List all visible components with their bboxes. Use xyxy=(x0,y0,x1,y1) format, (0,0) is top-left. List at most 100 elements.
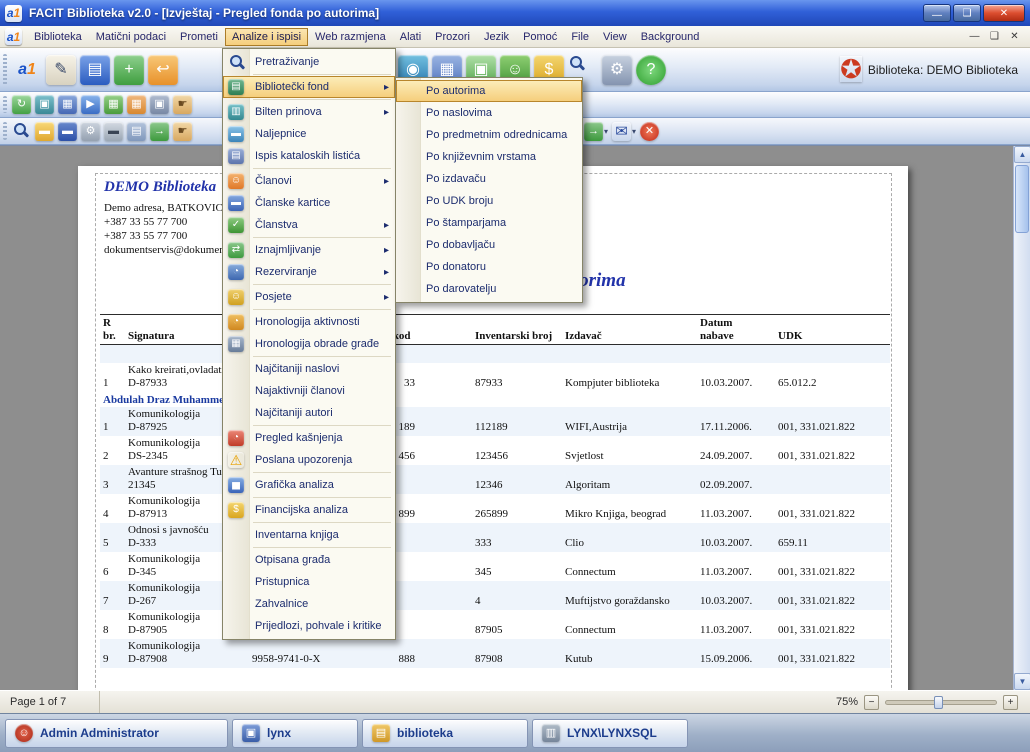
toolbar-grip[interactable] xyxy=(3,96,7,114)
submenu-item-po-štamparjama[interactable]: Po štamparjama xyxy=(396,212,582,234)
izdavac-value: Algoritam xyxy=(565,479,700,492)
menu-item-bibliotečki-fond[interactable]: ▤Bibliotečki fond xyxy=(223,76,395,98)
menu-item-zahvalnice[interactable]: Zahvalnice xyxy=(223,593,395,615)
pan-tool-button[interactable]: ☛ xyxy=(173,122,192,141)
menubar-item-prometi[interactable]: Prometi xyxy=(173,28,225,46)
print-setup-button[interactable]: ⚙ xyxy=(81,122,100,141)
menubar-item-background[interactable]: Background xyxy=(634,28,707,46)
mdi-minimize-button[interactable] xyxy=(967,30,982,44)
taskbar-panel-lynx-lynxsql[interactable]: ▥LYNX\LYNXSQL xyxy=(532,719,688,748)
menu-item-posjete[interactable]: ☺Posjete xyxy=(223,286,395,308)
submenu-item-po-darovatelju[interactable]: Po darovatelju xyxy=(396,278,582,300)
minimize-button[interactable] xyxy=(923,4,951,22)
open-report-button[interactable]: ▬ xyxy=(35,122,54,141)
menu-item-najaktivniji-članovi[interactable]: Najaktivniji članovi xyxy=(223,380,395,402)
submenu-item-po-donatoru[interactable]: Po donatoru xyxy=(396,256,582,278)
menubar-item-alati[interactable]: Alati xyxy=(393,28,428,46)
menu-item-pregled-kašnjenja[interactable]: ◔Pregled kašnjenja xyxy=(223,427,395,449)
menubar-item-web-razmjena[interactable]: Web razmjena xyxy=(308,28,393,46)
print-button[interactable]: ▬ xyxy=(104,122,123,141)
table-add-button[interactable]: ▦ xyxy=(104,95,123,114)
maximize-button[interactable] xyxy=(953,4,981,22)
menubar-item-biblioteka[interactable]: Biblioteka xyxy=(27,28,89,46)
save-report-button[interactable]: ▬ xyxy=(58,122,77,141)
menubar-item-file[interactable]: File xyxy=(564,28,596,46)
zoom-slider-thumb[interactable] xyxy=(934,696,943,709)
taskbar-panel-biblioteka[interactable]: ▤biblioteka xyxy=(362,719,528,748)
menu-item-iznajmljivanje[interactable]: ⇄Iznajmljivanje xyxy=(223,239,395,261)
menu-item-hronologija-obrade-građe[interactable]: ▦Hronologija obrade građe xyxy=(223,333,395,355)
menubar-item-prozori[interactable]: Prozori xyxy=(428,28,477,46)
vertical-scrollbar[interactable] xyxy=(1013,146,1030,690)
scroll-down-button[interactable] xyxy=(1014,673,1030,690)
find-button[interactable] xyxy=(12,122,31,141)
grid-view-button[interactable]: ▦ xyxy=(58,95,77,114)
submenu-item-po-predmetnim-odrednicama[interactable]: Po predmetnim odrednicama xyxy=(396,124,582,146)
zoom-out-button[interactable] xyxy=(864,695,879,710)
return-item-button[interactable]: ↩ xyxy=(148,55,178,85)
submenu-item-po-naslovima[interactable]: Po naslovima xyxy=(396,102,582,124)
menu-item-ispis-kataloskih-listića[interactable]: ▤Ispis kataloskih listića xyxy=(223,145,395,167)
mdi-restore-button[interactable] xyxy=(987,30,1002,44)
library-name: DEMO Biblioteka xyxy=(104,179,216,196)
menubar-item-jezik[interactable]: Jezik xyxy=(477,28,516,46)
menu-item-poslana-upozorenja[interactable]: ⚠Poslana upozorenja xyxy=(223,449,395,471)
export-doc-button[interactable]: → xyxy=(150,122,169,141)
menubar-item-pomoć[interactable]: Pomoć xyxy=(516,28,564,46)
menu-item-najčitaniji-autori[interactable]: Najčitaniji autori xyxy=(223,402,395,424)
datum-value: 10.03.2007. xyxy=(700,595,778,608)
export-menu-button[interactable]: →▾ xyxy=(584,122,608,141)
menubar-item-analize-i-ispisi[interactable]: Analize i ispisi xyxy=(225,28,308,46)
header-datum-line1: Datum xyxy=(700,317,778,330)
menubar-item-matični-podaci[interactable]: Matični podaci xyxy=(89,28,173,46)
menu-item-članstva[interactable]: ✓Članstva xyxy=(223,214,395,236)
menu-item-rezerviranje[interactable]: ◔Rezerviranje xyxy=(223,261,395,283)
menubar-item-view[interactable]: View xyxy=(596,28,634,46)
scroll-up-button[interactable] xyxy=(1014,146,1030,163)
catalog-book-button[interactable]: ▤ xyxy=(80,55,110,85)
table-edit-button[interactable]: ▦ xyxy=(127,95,146,114)
close-button[interactable] xyxy=(983,4,1025,22)
zoom-slider-track[interactable] xyxy=(885,700,997,705)
menu-item-prijedlozi-pohvale-i-kritike[interactable]: Prijedlozi, pohvale i kritike xyxy=(223,615,395,637)
toolbar-grip[interactable] xyxy=(3,122,7,140)
settings-gears-button[interactable]: ⚙ xyxy=(602,55,632,85)
help-button[interactable]: ? xyxy=(636,55,666,85)
menu-item-grafička-analiza[interactable]: ▅Grafička analiza xyxy=(223,474,395,496)
mdi-close-button[interactable] xyxy=(1007,30,1022,44)
menu-item-pristupnica[interactable]: Pristupnica xyxy=(223,571,395,593)
menu-item-naljepnice[interactable]: ▬Naljepnice xyxy=(223,123,395,145)
menubar-app-icon[interactable] xyxy=(5,28,22,45)
menu-item-bilten-prinova[interactable]: ▥Bilten prinova xyxy=(223,101,395,123)
submenu-item-po-izdavaču[interactable]: Po izdavaču xyxy=(396,168,582,190)
menu-item-članovi[interactable]: ☺Članovi xyxy=(223,170,395,192)
email-menu-button[interactable]: ✉▾ xyxy=(612,122,636,141)
submenu-item-po-udk-broju[interactable]: Po UDK broju xyxy=(396,190,582,212)
scrollbar-thumb[interactable] xyxy=(1015,165,1029,233)
zoom-in-button[interactable] xyxy=(1003,695,1018,710)
menu-item-hronologija-aktivnosti[interactable]: ◔Hronologija aktivnosti xyxy=(223,311,395,333)
menu-item-pretraživanje[interactable]: Pretraživanje xyxy=(223,51,395,73)
page-options-button[interactable]: ▤ xyxy=(127,122,146,141)
app-icon[interactable] xyxy=(5,5,22,22)
menu-item-otpisana-građa[interactable]: Otpisana građa xyxy=(223,549,395,571)
menu-item-financijska-analiza[interactable]: $Financijska analiza xyxy=(223,499,395,521)
window-view-button[interactable]: ▣ xyxy=(150,95,169,114)
menu-item-članske-kartice[interactable]: ▬Članske kartice xyxy=(223,192,395,214)
signature-pen-button[interactable]: ✎ xyxy=(46,55,76,85)
close-report-button[interactable]: ✕ xyxy=(640,122,659,141)
menu-item-inventarna-knjiga[interactable]: Inventarna knjiga xyxy=(223,524,395,546)
run-button[interactable]: ▶ xyxy=(81,95,100,114)
toolbar-grip[interactable] xyxy=(3,54,7,84)
submenu-item-po-dobavljaču[interactable]: Po dobavljaču xyxy=(396,234,582,256)
pan-hand-button[interactable]: ☛ xyxy=(173,95,192,114)
submenu-item-po-književnim-vrstama[interactable]: Po književnim vrstama xyxy=(396,146,582,168)
taskbar-panel-lynx[interactable]: ▣lynx xyxy=(232,719,358,748)
submenu-item-po-autorima[interactable]: Po autorima xyxy=(396,80,582,102)
panel-button[interactable]: ▣ xyxy=(35,95,54,114)
add-record-button[interactable]: + xyxy=(114,55,144,85)
logo-a1-button[interactable] xyxy=(12,55,42,85)
menu-item-najčitaniji-naslovi[interactable]: Najčitaniji naslovi xyxy=(223,358,395,380)
refresh-button[interactable]: ↻ xyxy=(12,95,31,114)
taskbar-panel-admin-administrator[interactable]: ☺Admin Administrator xyxy=(5,719,228,748)
